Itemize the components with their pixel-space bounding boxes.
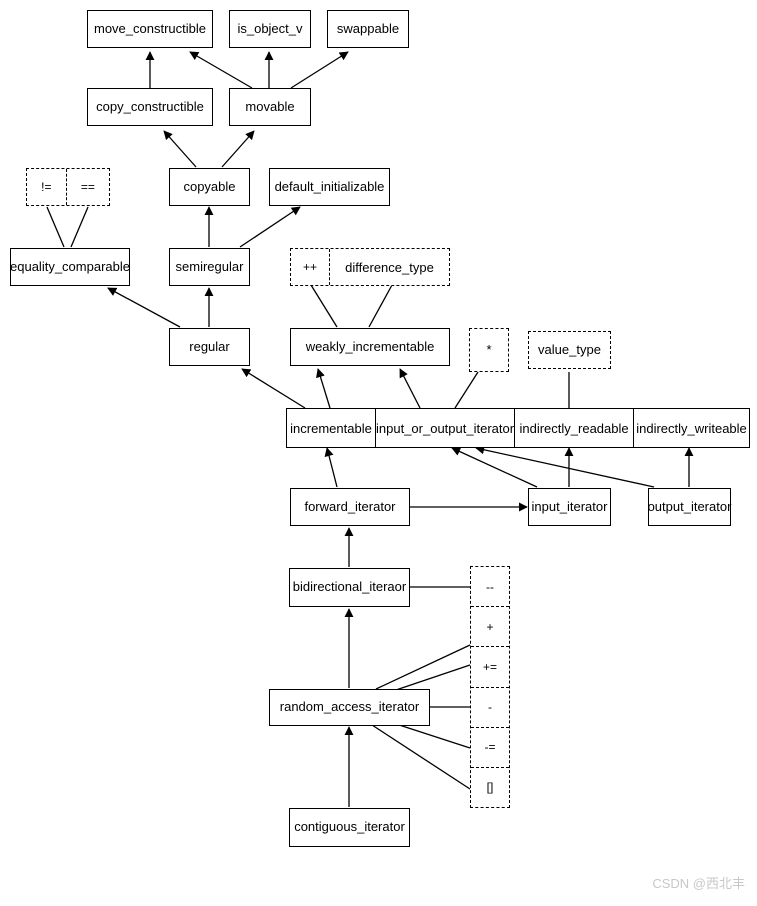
node-movable[interactable]: movable — [229, 88, 311, 126]
node-copy-constructible[interactable]: copy_constructible — [87, 88, 213, 126]
node-value-type[interactable]: value_type — [528, 331, 611, 369]
operator-group-equality: != == — [26, 168, 110, 206]
concept-hierarchy-diagram: move_constructible is_object_v swappable… — [0, 0, 757, 906]
node-move-constructible[interactable]: move_constructible — [87, 10, 213, 48]
operator-dereference[interactable]: * — [469, 328, 509, 372]
operator-minus-assign[interactable]: -= — [471, 726, 509, 767]
node-label: output_iterator — [647, 498, 732, 514]
node-indirectly-writeable[interactable]: indirectly_writeable — [633, 409, 749, 447]
watermark: CSDN @西北丰 — [652, 876, 745, 891]
operator-group-random-access: -- + += - -= [] — [470, 566, 510, 808]
node-input-iterator[interactable]: input_iterator — [528, 488, 611, 526]
node-difference-type[interactable]: difference_type — [329, 249, 449, 285]
node-regular[interactable]: regular — [169, 328, 250, 366]
node-label: semiregular — [175, 258, 244, 274]
node-contiguous-iterator[interactable]: contiguous_iterator — [289, 808, 410, 847]
node-label: default_initializable — [274, 178, 385, 194]
operator-increment[interactable]: ++ — [291, 249, 329, 285]
node-incrementable[interactable]: incrementable — [287, 409, 375, 447]
node-label: value_type — [538, 341, 601, 357]
iterator-concept-band: incrementable input_or_output_iterator i… — [286, 408, 750, 448]
node-output-iterator[interactable]: output_iterator — [648, 488, 731, 526]
node-random-access-iterator[interactable]: random_access_iterator — [269, 689, 430, 726]
node-semiregular[interactable]: semiregular — [169, 248, 250, 286]
node-bidirectional-iteraor[interactable]: bidirectional_iteraor — [289, 568, 410, 607]
node-label: bidirectional_iteraor — [292, 579, 407, 595]
node-label: random_access_iterator — [279, 699, 420, 715]
node-copyable[interactable]: copyable — [169, 168, 250, 206]
operator-decrement[interactable]: -- — [471, 567, 509, 606]
node-equality-comparable[interactable]: equality_comparable — [10, 248, 130, 286]
node-label: forward_iterator — [304, 498, 396, 514]
node-label: weakly_incrementable — [305, 338, 435, 354]
operator-plus-assign[interactable]: += — [471, 646, 509, 686]
operator-label: * — [486, 341, 492, 357]
operator-group-increment-difference: ++ difference_type — [290, 248, 450, 286]
node-label: copyable — [183, 178, 236, 194]
node-is-object-v[interactable]: is_object_v — [229, 10, 311, 48]
node-label: contiguous_iterator — [294, 819, 405, 835]
operator-plus[interactable]: + — [471, 606, 509, 646]
node-forward-iterator[interactable]: forward_iterator — [290, 488, 410, 526]
node-label: movable — [245, 98, 295, 114]
node-swappable[interactable]: swappable — [327, 10, 409, 48]
node-indirectly-readable[interactable]: indirectly_readable — [514, 409, 633, 447]
node-label: regular — [189, 338, 230, 354]
operator-equal[interactable]: == — [65, 169, 109, 205]
edge-layer — [46, 51, 694, 807]
node-label: copy_constructible — [96, 98, 204, 114]
node-input-or-output-iterator[interactable]: input_or_output_iterator — [375, 409, 514, 447]
operator-minus[interactable]: - — [471, 686, 509, 727]
node-label: is_object_v — [237, 20, 303, 36]
node-label: input_iterator — [531, 498, 608, 514]
node-label: move_constructible — [94, 20, 206, 36]
node-label: equality_comparable — [10, 258, 130, 274]
operator-subscript[interactable]: [] — [471, 766, 509, 807]
node-weakly-incrementable[interactable]: weakly_incrementable — [290, 328, 450, 366]
operator-not-equal[interactable]: != — [27, 169, 66, 205]
node-default-initializable[interactable]: default_initializable — [269, 168, 390, 206]
node-label: swappable — [336, 20, 400, 36]
